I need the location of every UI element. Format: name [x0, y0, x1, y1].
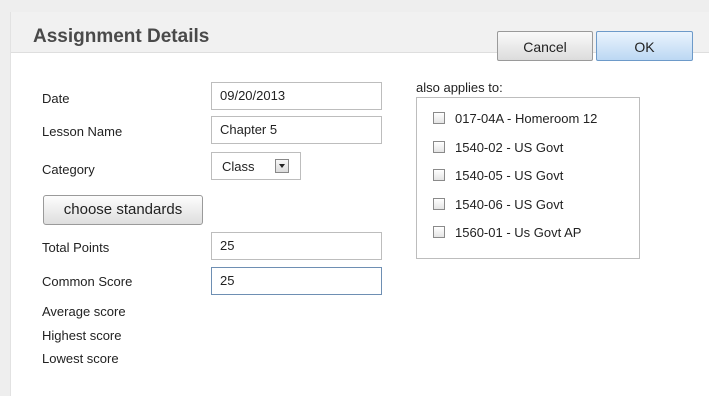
chevron-down-icon[interactable] — [275, 159, 289, 173]
applies-item-label: 017-04A - Homeroom 12 — [455, 111, 598, 126]
applies-item-label: 1540-06 - US Govt — [455, 197, 564, 212]
left-border-strip — [0, 12, 10, 396]
average-score-label: Average score — [42, 304, 126, 319]
choose-standards-button[interactable]: choose standards — [43, 195, 203, 225]
category-value: Class — [222, 159, 255, 174]
checkbox[interactable] — [433, 198, 445, 210]
also-applies-label: also applies to: — [416, 80, 503, 95]
lesson-name-field[interactable]: Chapter 5 — [211, 116, 382, 144]
ok-button[interactable]: OK — [596, 31, 693, 61]
assignment-details-dialog: Assignment Details Cancel OK Date 09/20/… — [10, 12, 709, 396]
checkbox[interactable] — [433, 141, 445, 153]
top-border-strip — [0, 0, 709, 12]
applies-item-label: 1540-02 - US Govt — [455, 140, 564, 155]
lesson-name-label: Lesson Name — [42, 124, 123, 139]
total-points-label: Total Points — [42, 240, 110, 255]
category-label: Category — [42, 162, 95, 177]
date-field[interactable]: 09/20/2013 — [211, 82, 382, 110]
applies-item-label: 1540-05 - US Govt — [455, 168, 564, 183]
applies-item-label: 1560-01 - Us Govt AP — [455, 225, 582, 240]
checkbox[interactable] — [433, 112, 445, 124]
cancel-button[interactable]: Cancel — [497, 31, 593, 61]
category-select[interactable]: Class — [211, 152, 301, 180]
checkbox[interactable] — [433, 226, 445, 238]
checkbox[interactable] — [433, 169, 445, 181]
total-points-field[interactable]: 25 — [211, 232, 382, 260]
dialog-title: Assignment Details — [33, 26, 210, 47]
common-score-field[interactable]: 25 — [211, 267, 382, 295]
lowest-score-label: Lowest score — [42, 351, 119, 366]
also-applies-list: 017-04A - Homeroom 12 1540-02 - US Govt … — [416, 97, 640, 259]
dialog-header: Assignment Details Cancel OK — [11, 12, 709, 61]
common-score-label: Common Score — [42, 274, 133, 289]
highest-score-label: Highest score — [42, 328, 122, 343]
date-label: Date — [42, 91, 70, 106]
